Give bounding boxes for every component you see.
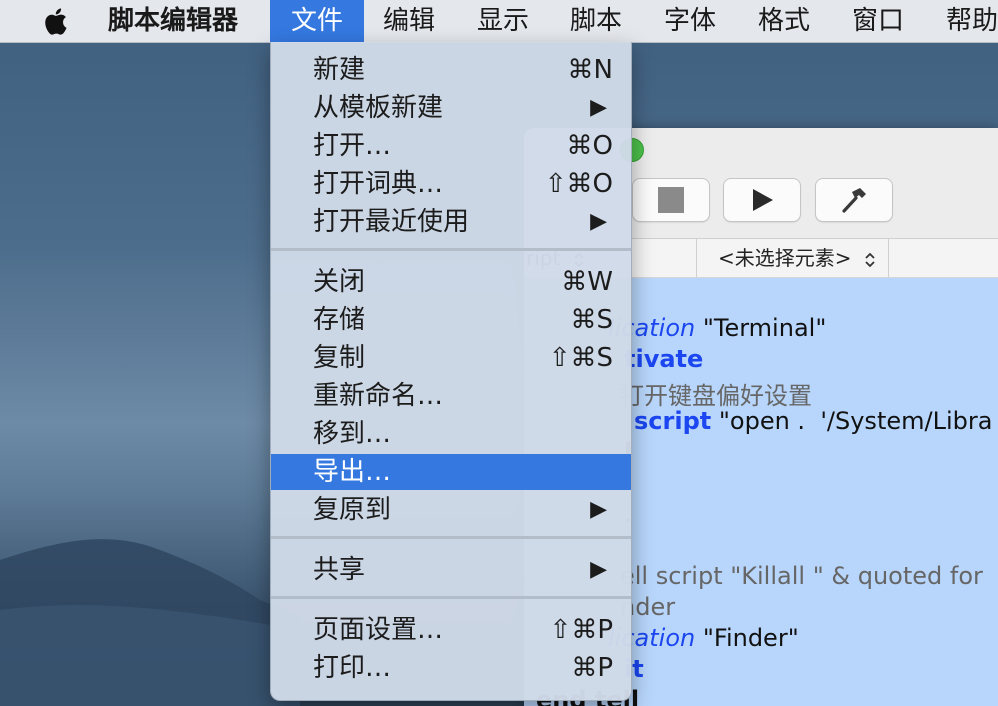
menu-item-label: 打开最近使用 <box>313 207 470 237</box>
code-line: lication "Terminal" <box>608 314 826 342</box>
menu-item-label: 复制 <box>313 343 366 373</box>
stop-button[interactable] <box>632 178 710 222</box>
nav-divider <box>888 239 889 277</box>
submenu-arrow-icon: ▶ <box>590 557 607 582</box>
menu-file[interactable]: 文件 <box>270 0 364 42</box>
menu-item-label: 打开词典… <box>313 169 444 199</box>
menu-item-label: 存储 <box>313 305 366 335</box>
menu-item[interactable]: 新建 ⌘N <box>271 52 631 88</box>
menu-item-shortcut: ⇧⌘O <box>544 169 613 199</box>
menu-item-shortcut: ⇧⌘P <box>549 615 613 645</box>
menu-item[interactable]: 存储 ⌘S <box>271 302 631 338</box>
code-token: "Finder" <box>695 624 799 652</box>
menu-item-label: 导出… <box>313 457 392 487</box>
compile-button[interactable] <box>815 178 893 222</box>
run-button[interactable] <box>723 178 801 222</box>
menu-item-shortcut: ⇧⌘S <box>548 343 613 373</box>
stop-icon <box>658 187 684 213</box>
code-token: tivate <box>624 345 704 373</box>
code-token: script <box>634 407 712 435</box>
menu-item[interactable]: 移到… <box>271 416 631 452</box>
code-token: "Terminal" <box>695 314 827 342</box>
code-line: lication "Finder" <box>608 624 799 652</box>
apple-logo-icon[interactable] <box>42 6 70 36</box>
menu-item-label: 页面设置… <box>313 615 444 645</box>
updown-chevron-icon <box>865 252 875 267</box>
menu-item[interactable]: 复原到 ▶ <box>271 492 631 528</box>
menu-window[interactable]: 窗口 <box>852 0 904 42</box>
menu-item-label: 重新命名… <box>313 381 444 411</box>
desktop-hill <box>0 539 300 706</box>
menu-item[interactable]: 从模板新建 ▶ <box>271 90 631 126</box>
menu-item[interactable]: 页面设置… ⇧⌘P <box>271 612 631 648</box>
element-selector[interactable]: <未选择元素> <box>718 245 876 271</box>
menu-item-label: 关闭 <box>313 267 366 297</box>
menu-item-shortcut: ⌘O <box>566 131 613 161</box>
code-line: 打开键盘偏好设置 <box>620 376 812 411</box>
menu-item-shortcut: ⌘P <box>571 653 613 683</box>
menu-item[interactable]: 打印… ⌘P <box>271 650 631 686</box>
menu-item[interactable]: 关闭 ⌘W <box>271 264 631 300</box>
menu-item[interactable]: 复制 ⇧⌘S <box>271 340 631 376</box>
menu-item[interactable]: 打开词典… ⇧⌘O <box>271 166 631 202</box>
menu-item-label: 复原到 <box>313 495 392 525</box>
menu-item-shortcut: ⌘W <box>561 267 613 297</box>
menu-separator <box>271 596 631 599</box>
menu-separator <box>271 536 631 539</box>
menu-font[interactable]: 字体 <box>664 0 716 42</box>
menu-item[interactable]: 共享 ▶ <box>271 552 631 588</box>
code-line: ell script "Killall " & quoted for <box>620 562 983 590</box>
menu-view[interactable]: 显示 <box>477 0 529 42</box>
menu-item-label: 移到… <box>313 419 392 449</box>
menu-item-label: 打开… <box>313 131 392 161</box>
menu-format[interactable]: 格式 <box>758 0 810 42</box>
menu-item[interactable]: 导出… <box>271 454 631 490</box>
submenu-arrow-icon: ▶ <box>590 497 607 522</box>
menu-item-shortcut: ⌘S <box>570 305 613 335</box>
submenu-arrow-icon: ▶ <box>590 95 607 120</box>
hammer-icon <box>842 188 866 213</box>
code-token: 打开键盘偏好设置 <box>620 382 812 410</box>
code-line: script "open . '/System/Libra <box>634 407 992 435</box>
submenu-arrow-icon: ▶ <box>590 209 607 234</box>
element-label: <未选择元素> <box>718 246 852 270</box>
app-menu[interactable]: 脚本编辑器 <box>108 0 238 42</box>
menu-help[interactable]: 帮助 <box>946 0 998 42</box>
menu-item-label: 从模板新建 <box>313 93 444 123</box>
play-icon <box>753 189 773 211</box>
menu-bar: 脚本编辑器 文件 编辑 显示 脚本 字体 格式 窗口 帮助 <box>0 0 998 43</box>
menu-item[interactable]: 重新命名… <box>271 378 631 414</box>
menu-item[interactable]: 打开最近使用 ▶ <box>271 204 631 240</box>
menu-item-label: 共享 <box>313 555 366 585</box>
file-menu-dropdown: 新建 ⌘N 从模板新建 ▶ 打开… ⌘O 打开词典… ⇧⌘O 打开最近使用 ▶ 关闭 ⌘W 存储 ⌘S 复制… <box>270 42 632 701</box>
menu-item-label: 打印… <box>313 653 392 683</box>
code-line: tivate <box>624 345 703 373</box>
code-token: "open . '/System/Libra <box>711 407 993 435</box>
menu-item[interactable]: 打开… ⌘O <box>271 128 631 164</box>
nav-divider <box>696 239 697 277</box>
menu-item-label: 新建 <box>313 55 366 85</box>
menu-edit[interactable]: 编辑 <box>383 0 435 42</box>
code-token: ell script "Killall " & quoted for <box>620 562 983 590</box>
menu-item-shortcut: ⌘N <box>567 55 613 85</box>
menu-separator <box>271 248 631 251</box>
menu-script[interactable]: 脚本 <box>570 0 622 42</box>
